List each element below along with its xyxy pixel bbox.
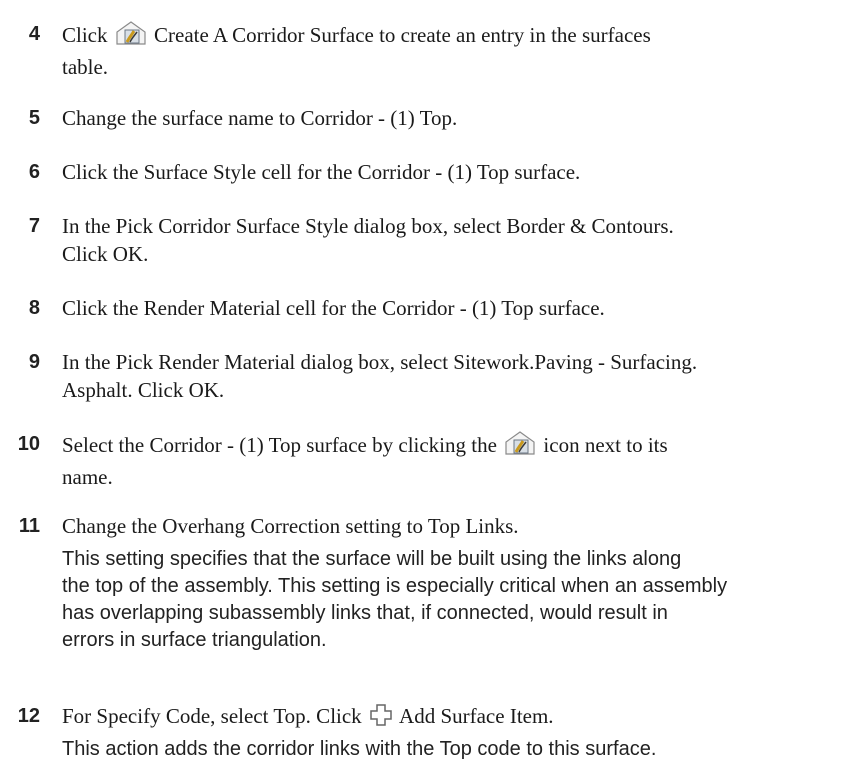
note-line: This action adds the corridor links with…: [62, 738, 657, 760]
step-text-line2: Asphalt. Click OK.: [62, 378, 225, 402]
step-number: 12: [17, 705, 40, 727]
step-text: Click Create A Corridor Surface to creat…: [62, 20, 862, 81]
note-line: has overlapping subassembly links that, …: [62, 602, 668, 624]
add-plus-icon: [369, 703, 393, 734]
note-line: the top of the assembly. This setting is…: [62, 575, 728, 597]
step-text: In the Pick Corridor Surface Style dialo…: [62, 212, 862, 268]
step-text-line2: name.: [62, 465, 113, 489]
step-note: This action adds the corridor links with…: [62, 736, 862, 763]
step-text: For Specify Code, select Top. Click Add …: [62, 702, 862, 734]
step-text-before: Select the Corridor - (1) Top surface by…: [62, 433, 497, 457]
step-text-line1: In the Pick Render Material dialog box, …: [62, 350, 698, 374]
step-text-line2: table.: [62, 55, 109, 79]
step-number: 8: [28, 297, 40, 319]
step-text: Select the Corridor - (1) Top surface by…: [62, 430, 862, 491]
step-text: Change the Overhang Correction setting t…: [62, 514, 519, 538]
step-text: In the Pick Render Material dialog box, …: [62, 348, 862, 404]
step-number: 5: [28, 107, 40, 129]
corridor-surface-icon: [504, 430, 536, 463]
step-number: 6: [28, 161, 40, 183]
step-text-after: Add Surface Item.: [399, 704, 554, 728]
step-number: 7: [28, 215, 40, 237]
step-text: Click the Surface Style cell for the Cor…: [62, 160, 581, 184]
corridor-surface-icon: [115, 20, 147, 53]
step-number: 4: [28, 23, 40, 45]
note-line: errors in surface triangulation.: [62, 629, 327, 651]
step-text: Click the Render Material cell for the C…: [62, 296, 605, 320]
step-note: This setting specifies that the surface …: [62, 546, 862, 654]
note-line: This setting specifies that the surface …: [62, 548, 682, 570]
step-number: 11: [18, 515, 40, 537]
step-text-line1: In the Pick Corridor Surface Style dialo…: [62, 214, 674, 238]
step-number: 9: [28, 351, 40, 373]
step-number: 10: [17, 433, 40, 455]
step-text-before: For Specify Code, select Top. Click: [62, 704, 362, 728]
step-text-after: icon next to its: [543, 433, 668, 457]
step-text: Change the surface name to Corridor - (1…: [62, 106, 458, 130]
step-text-after: Create A Corridor Surface to create an e…: [154, 23, 651, 47]
step-text-before: Click: [62, 23, 108, 47]
step-text-line2: Click OK.: [62, 242, 149, 266]
